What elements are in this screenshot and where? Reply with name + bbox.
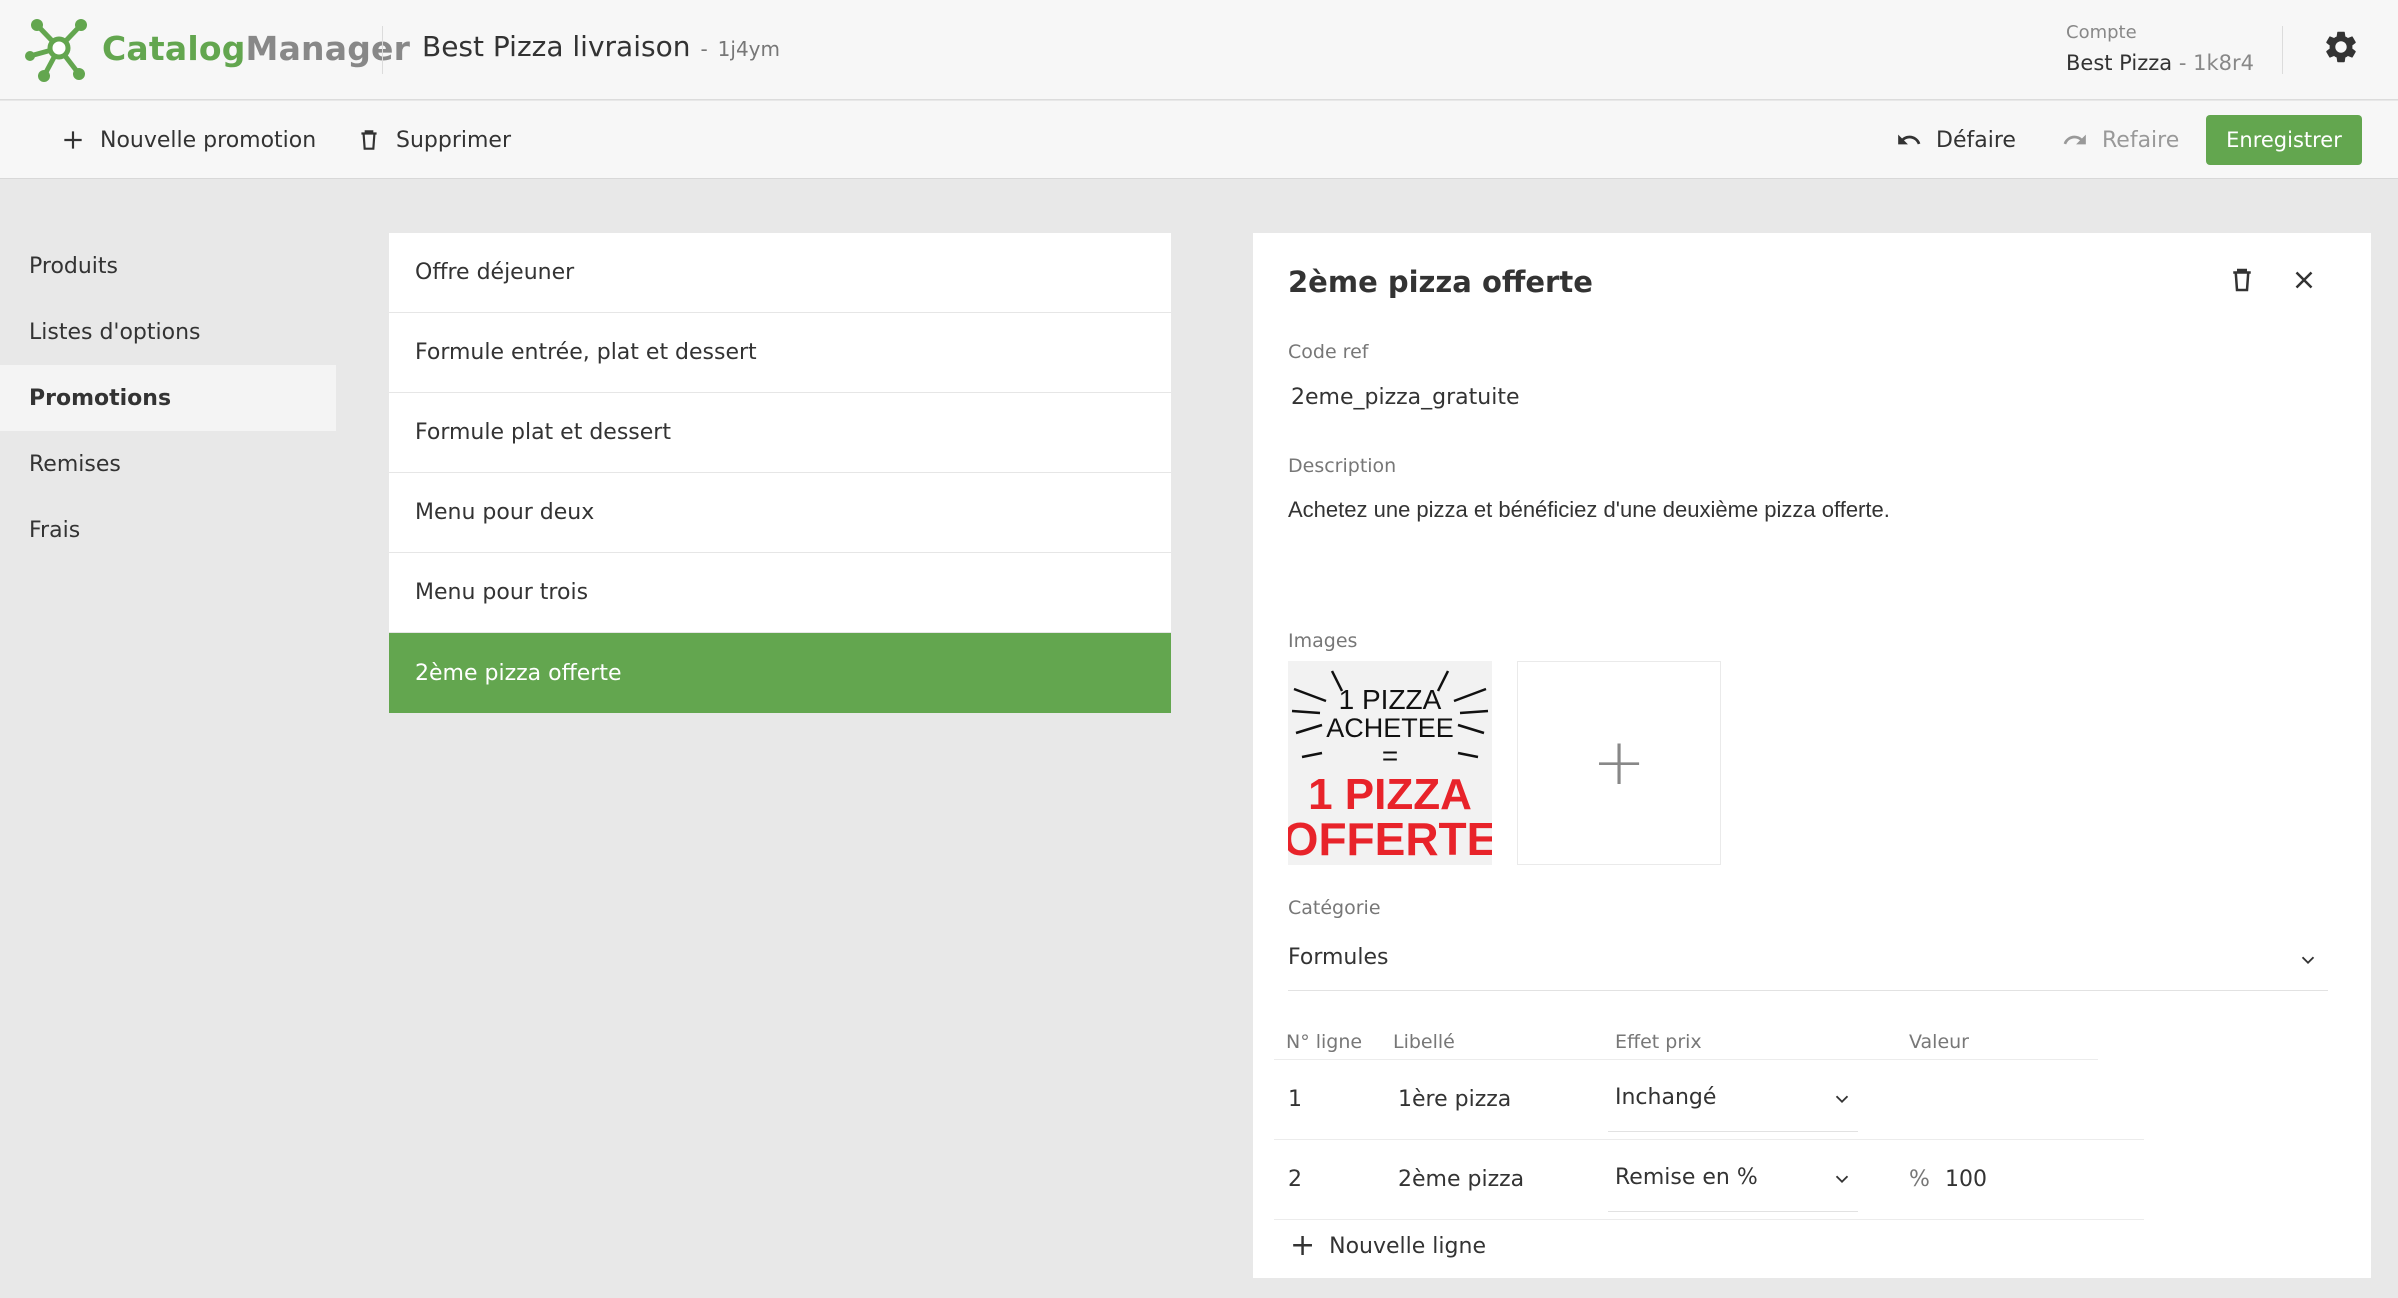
- save-button[interactable]: Enregistrer: [2206, 115, 2362, 165]
- delete-button[interactable]: Supprimer: [356, 101, 511, 179]
- promotion-image[interactable]: 1 PIZZA ACHETEE = 1 PIZZA OFFERTE: [1288, 661, 1492, 865]
- undo-label: Défaire: [1936, 127, 2016, 153]
- sidebar-item-frais[interactable]: Frais: [0, 497, 336, 563]
- header-divider: [382, 26, 383, 74]
- toolbar: Nouvelle promotion Supprimer Défaire Ref…: [0, 101, 2398, 179]
- sidebar-item-listes-options[interactable]: Listes d'options: [0, 299, 336, 365]
- plus-icon: +: [1290, 1228, 1316, 1263]
- new-promotion-label: Nouvelle promotion: [100, 127, 317, 153]
- col-header-num: N° ligne: [1286, 1031, 1363, 1053]
- list-item[interactable]: Formule entrée, plat et dessert: [389, 313, 1171, 393]
- row2-label[interactable]: 2ème pizza: [1398, 1167, 1524, 1192]
- table-header-divider: [1274, 1059, 2098, 1060]
- sidebar-nav: Produits Listes d'options Promotions Rem…: [0, 233, 336, 563]
- redo-icon: [2063, 134, 2086, 145]
- sidebar-item-produits[interactable]: Produits: [0, 233, 336, 299]
- col-header-label: Libellé: [1393, 1031, 1455, 1053]
- chevron-down-icon[interactable]: [2297, 949, 2319, 971]
- undo-button[interactable]: Défaire: [1896, 101, 2016, 179]
- category-label: Catégorie: [1288, 897, 1381, 919]
- gear-icon[interactable]: [2322, 28, 2360, 66]
- store-id: 1j4ym: [717, 37, 780, 61]
- promotion-detail-panel: 2ème pizza offerte Code ref 2eme_pizza_g…: [1253, 233, 2371, 1278]
- row1-num: 1: [1288, 1087, 1302, 1112]
- category-underline: [1288, 990, 2328, 991]
- new-promotion-button[interactable]: Nouvelle promotion: [60, 101, 316, 179]
- app-header: CatalogManager Best Pizza livraison - 1j…: [0, 0, 2398, 100]
- row-divider: [1274, 1139, 2144, 1140]
- description-label: Description: [1288, 455, 1397, 477]
- add-image-button[interactable]: +: [1517, 661, 1721, 865]
- image-text-line1: 1 PIZZA: [1339, 684, 1442, 715]
- row-divider: [1274, 1219, 2144, 1220]
- add-line-button[interactable]: + Nouvelle ligne: [1290, 1231, 1486, 1261]
- code-ref-label: Code ref: [1288, 341, 1369, 363]
- image-text-line4: 1 PIZZA: [1308, 770, 1472, 819]
- logo[interactable]: CatalogManager: [24, 12, 410, 84]
- list-item[interactable]: Menu pour deux: [389, 473, 1171, 553]
- row2-value-input[interactable]: 100: [1945, 1167, 1987, 1192]
- sidebar-item-promotions[interactable]: Promotions: [0, 365, 336, 431]
- trash-icon[interactable]: [2227, 265, 2257, 295]
- store-title: Best Pizza livraison - 1j4ym: [422, 30, 780, 63]
- col-header-effect: Effet prix: [1615, 1031, 1702, 1053]
- header-divider-right: [2282, 26, 2283, 74]
- account-name: Best Pizza: [2066, 51, 2173, 75]
- sidebar-item-remises[interactable]: Remises: [0, 431, 336, 497]
- panel-title: 2ème pizza offerte: [1288, 265, 1593, 299]
- promotion-list: Offre déjeuner Formule entrée, plat et d…: [389, 233, 1171, 713]
- plus-icon: [64, 131, 82, 149]
- chevron-down-icon[interactable]: [1831, 1088, 1853, 1110]
- redo-button[interactable]: Refaire: [2062, 101, 2179, 179]
- row1-effect-select[interactable]: Inchangé: [1615, 1085, 1716, 1110]
- plus-icon: +: [1592, 726, 1646, 800]
- account-separator: -: [2172, 51, 2194, 75]
- logo-text-manager: Manager: [245, 28, 411, 68]
- close-icon[interactable]: [2289, 265, 2319, 295]
- account-selector[interactable]: Compte Best Pizza - 1k8r4: [2066, 22, 2254, 75]
- list-item[interactable]: Formule plat et dessert: [389, 393, 1171, 473]
- category-select[interactable]: Formules: [1288, 945, 1388, 970]
- trash-icon: [361, 130, 377, 150]
- redo-label: Refaire: [2102, 127, 2180, 153]
- list-item[interactable]: Menu pour trois: [389, 553, 1171, 633]
- row2-effect-select[interactable]: Remise en %: [1615, 1165, 1758, 1190]
- list-item-selected[interactable]: 2ème pizza offerte: [389, 633, 1171, 713]
- col-header-value: Valeur: [1909, 1031, 1969, 1053]
- row2-effect-underline: [1608, 1211, 1858, 1212]
- images-label: Images: [1288, 630, 1358, 652]
- row1-label[interactable]: 1ère pizza: [1398, 1087, 1511, 1112]
- store-name: Best Pizza livraison: [422, 30, 691, 63]
- logo-text-catalog: Catalog: [102, 28, 246, 68]
- chevron-down-icon[interactable]: [1831, 1168, 1853, 1190]
- account-value: Best Pizza - 1k8r4: [2066, 51, 2254, 75]
- description-field[interactable]: Achetez une pizza et bénéficiez d'une de…: [1288, 497, 1890, 523]
- store-separator: -: [700, 37, 708, 61]
- code-ref-field[interactable]: 2eme_pizza_gratuite: [1291, 385, 1520, 410]
- account-label: Compte: [2066, 22, 2137, 43]
- row2-value-unit: %: [1909, 1167, 1930, 1192]
- delete-label: Supprimer: [396, 127, 512, 153]
- account-id: 1k8r4: [2193, 51, 2254, 75]
- row2-num: 2: [1288, 1167, 1302, 1192]
- promotion-image-art: 1 PIZZA ACHETEE = 1 PIZZA OFFERTE: [1288, 661, 1492, 865]
- undo-icon: [1898, 134, 1921, 145]
- logo-text: CatalogManager: [102, 29, 410, 68]
- list-item[interactable]: Offre déjeuner: [389, 233, 1171, 313]
- image-text-line2: ACHETEE: [1326, 713, 1454, 743]
- image-text-line5: OFFERTE: [1288, 813, 1492, 865]
- row1-effect-underline: [1608, 1131, 1858, 1132]
- logo-network-icon: [25, 19, 87, 82]
- image-text-line3: =: [1382, 740, 1398, 771]
- add-line-label: Nouvelle ligne: [1329, 1233, 1486, 1259]
